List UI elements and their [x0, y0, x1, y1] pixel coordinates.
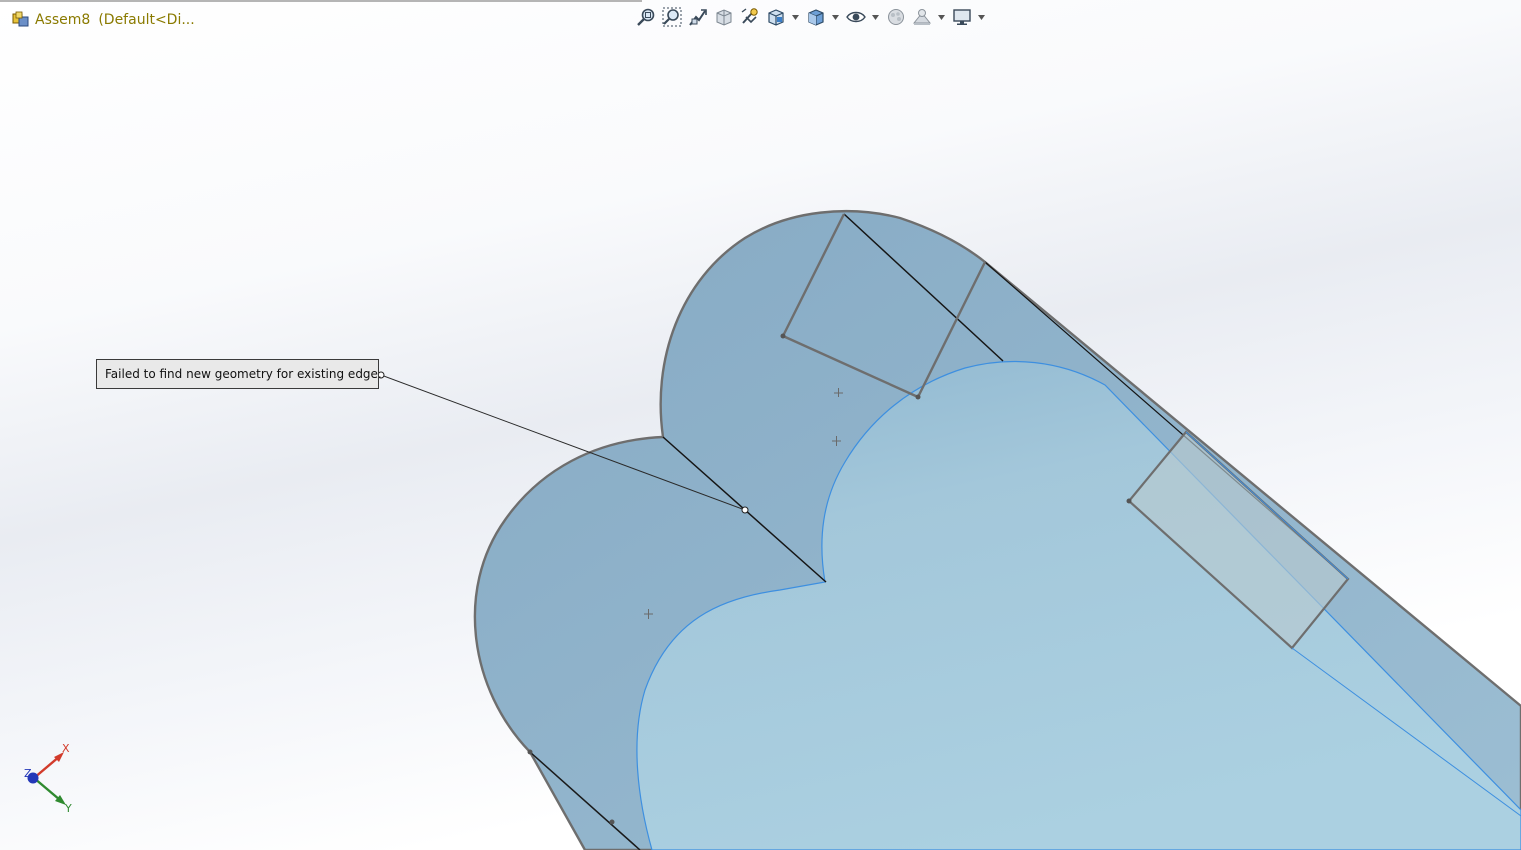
triad-x-label: X	[62, 742, 70, 755]
hide-show-items-icon[interactable]	[844, 5, 868, 29]
graphics-area[interactable]: Assem8 (Default<Di... Failed to find new…	[0, 0, 1521, 850]
apply-scene-dropdown[interactable]	[936, 5, 946, 29]
view-orientation-icon[interactable]	[764, 5, 788, 29]
display-style-dropdown[interactable]	[830, 5, 840, 29]
triad-y-axis	[33, 777, 61, 801]
view-orientation-dropdown[interactable]	[790, 5, 800, 29]
edit-appearance-icon[interactable]	[884, 5, 908, 29]
zoom-to-fit-icon[interactable]	[634, 5, 658, 29]
hide-show-items-dropdown[interactable]	[870, 5, 880, 29]
triad-z-label: Z	[24, 767, 32, 780]
apply-scene-icon[interactable]	[910, 5, 934, 29]
reference-triad[interactable]: X Y Z	[20, 740, 80, 820]
assembly-icon	[12, 11, 30, 29]
view-settings-dropdown[interactable]	[976, 5, 986, 29]
display-style-icon[interactable]	[804, 5, 828, 29]
document-title[interactable]: Assem8 (Default<Di...	[12, 9, 195, 31]
document-name: Assem8	[35, 12, 91, 28]
previous-view-icon[interactable]	[686, 5, 710, 29]
model-geometry[interactable]	[0, 0, 1521, 850]
heads-up-view-toolbar	[634, 5, 990, 29]
callout-message: Failed to find new geometry for existing…	[105, 367, 382, 381]
configuration-name: (Default<Di...	[98, 12, 195, 28]
dynamic-annotation-views-icon[interactable]	[738, 5, 762, 29]
section-view-icon[interactable]	[712, 5, 736, 29]
callout-anchor-end	[741, 506, 749, 514]
zoom-to-area-icon[interactable]	[660, 5, 684, 29]
triad-y-label: Y	[65, 802, 72, 815]
view-settings-icon[interactable]	[950, 5, 974, 29]
triad-x-axis	[33, 755, 61, 779]
top-border	[0, 0, 642, 2]
error-callout: Failed to find new geometry for existing…	[96, 359, 382, 389]
